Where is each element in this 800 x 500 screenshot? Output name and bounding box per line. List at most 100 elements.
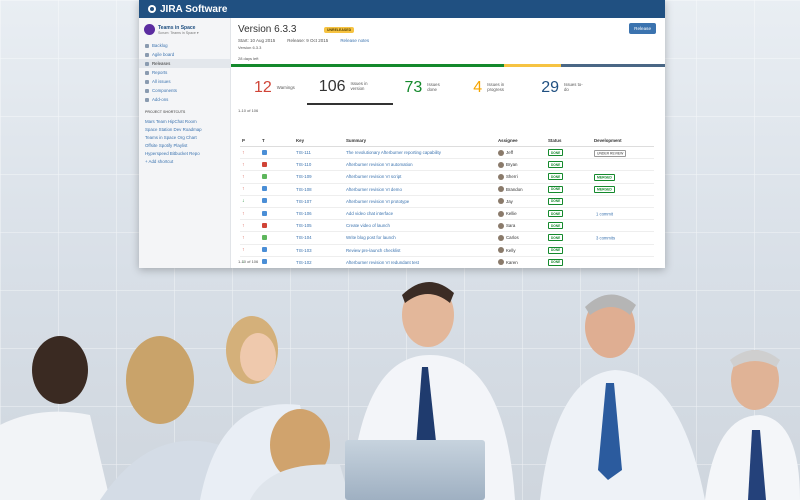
stat-issues-in-version[interactable]: 106 Issues in version: [306, 71, 393, 105]
issue-summary-link[interactable]: Review pre-launch checklist: [346, 248, 400, 253]
issue-key-link[interactable]: TIS-103: [296, 248, 312, 253]
issue-summary-link[interactable]: Afterburner revision VI prototype: [346, 199, 409, 204]
avatar: [498, 222, 504, 229]
project-header[interactable]: Teams in Space Scrum: Teams in Space ▾: [139, 18, 230, 41]
table-row[interactable]: ↑ TIS-104 Write blog post for launch Carlos…: [240, 231, 654, 245]
shortcut-link[interactable]: Offsite Spotify Playlist: [139, 141, 230, 149]
development-status[interactable]: 1 commit: [594, 211, 615, 217]
table-row[interactable]: ↑ TIS-105 Create video of launch Sara DONE: [240, 219, 654, 233]
status-badge: DONE: [548, 210, 564, 218]
issue-key-link[interactable]: TIS-105: [296, 223, 312, 228]
development-status[interactable]: MERGED: [594, 173, 615, 181]
board-icon: [145, 52, 149, 57]
development-status[interactable]: MERGED: [594, 186, 615, 194]
avatar: [498, 149, 504, 156]
stat-label: Warnings: [276, 84, 295, 90]
laptop: [345, 440, 485, 500]
sidebar-item-components[interactable]: Components: [139, 86, 230, 95]
column-header[interactable]: P: [240, 136, 260, 147]
status-badge: DONE: [548, 197, 564, 205]
reports-icon: [145, 70, 149, 75]
stat-label: Issues done: [427, 82, 440, 92]
app-name: JIRA Software: [160, 3, 228, 15]
column-header[interactable]: Status: [546, 136, 592, 147]
priority-high-icon: ↑: [242, 247, 245, 254]
assignee-name: Bryan: [506, 162, 518, 168]
avatar: [498, 210, 504, 217]
projected-screen: JIRA Software Teams in Space Scrum: Team…: [139, 0, 665, 268]
assignee: Sherri: [498, 173, 544, 180]
issue-count-top: 1-10 of 106: [238, 108, 259, 113]
jira-logo[interactable]: JIRA Software: [147, 4, 227, 15]
sidebar-item-all-issues[interactable]: All issues: [139, 77, 230, 86]
issue-key-link[interactable]: TIS-104: [296, 235, 312, 240]
column-header[interactable]: Assignee: [496, 136, 546, 147]
sidebar-item-backlog[interactable]: Backlog: [139, 41, 230, 50]
release-notes-link[interactable]: Release notes: [340, 38, 369, 43]
stat-issues-done[interactable]: 73 Issues done: [393, 71, 462, 105]
shortcut-link[interactable]: Hyperspeed Bitbucket Repo: [139, 149, 230, 157]
stat-issues-todo[interactable]: 29 Issues to-do: [529, 71, 598, 105]
assignee-name: Sara: [506, 223, 516, 229]
development-status[interactable]: UNDER REVIEW: [594, 149, 627, 157]
assignee-name: Jeff: [506, 150, 513, 156]
avatar: [498, 247, 504, 254]
shortcut-link[interactable]: Mars Team HipChat Room: [139, 117, 230, 125]
sidebar-item-label: Reports: [152, 70, 168, 75]
column-header[interactable]: Key: [294, 136, 344, 147]
table-row[interactable]: ↓ TIS-107 Afterburner revision VI prototyp…: [240, 195, 654, 208]
stat-label: Issues to-do: [564, 82, 583, 92]
sidebar-item-label: Agile board: [152, 52, 175, 57]
issue-key-link[interactable]: TIS-111: [296, 150, 311, 155]
stat-issues-in-progress[interactable]: 4 Issues in progress: [461, 71, 529, 105]
unreleased-badge: UNRELEASED: [324, 27, 355, 33]
issue-summary-link[interactable]: Write blog post for launch: [346, 235, 396, 240]
task-type-icon: [262, 198, 267, 204]
avatar: [498, 234, 504, 241]
table-row[interactable]: ↑ TIS-108 Afterburner revision VI demo Bran…: [240, 183, 654, 196]
issue-summary-link[interactable]: Afterburner revision VI demo: [346, 187, 402, 192]
table-row[interactable]: ↑ TIS-109 Afterburner revision VI script Sh…: [240, 170, 654, 184]
issue-summary-link[interactable]: Afterburner revision VI automation: [346, 162, 413, 167]
avatar: [498, 173, 504, 180]
issue-summary-link[interactable]: Add video chat interface: [346, 211, 393, 216]
status-badge: DONE: [548, 222, 564, 230]
column-header[interactable]: Summary: [344, 136, 496, 147]
status-badge: DONE: [548, 185, 564, 193]
issue-key-link[interactable]: TIS-110: [296, 162, 311, 167]
story-type-icon: [262, 173, 267, 179]
issue-summary-link[interactable]: Afterburner revision VI script: [346, 174, 401, 179]
sidebar-item-agile-board[interactable]: Agile board: [139, 50, 230, 59]
days-left: 28 days left: [238, 56, 259, 61]
issue-key-link[interactable]: TIS-106: [296, 211, 312, 216]
issue-summary-link[interactable]: The revolutionary Afterburner reporting …: [346, 150, 441, 155]
issues-icon: [145, 79, 149, 84]
column-header[interactable]: T: [260, 136, 294, 147]
shortcut-link[interactable]: Space Station Dev Roadmap: [139, 125, 230, 133]
issue-key-link[interactable]: TIS-108: [296, 187, 312, 192]
stat-label: Issues in progress: [487, 82, 505, 92]
avatar: [498, 161, 504, 168]
sidebar-item-releases[interactable]: Releases: [139, 59, 230, 68]
progress-in-progress: [504, 64, 561, 67]
shortcut-link[interactable]: Teams in Space Org Chart: [139, 133, 230, 141]
table-row[interactable]: ↑ TIS-110 Afterburner revision VI automati…: [240, 158, 654, 172]
stat-warnings[interactable]: 12 Warnings: [242, 71, 307, 105]
task-type-icon: [262, 186, 267, 192]
sidebar-item-add-ons[interactable]: Add-ons: [139, 95, 230, 104]
stat-number: 29: [541, 79, 559, 96]
sidebar-item-reports[interactable]: Reports: [139, 68, 230, 77]
issue-key-link[interactable]: TIS-109: [296, 174, 312, 179]
column-header[interactable]: Development: [592, 136, 654, 147]
table-row[interactable]: ↑ TIS-106 Add video chat interface Kellie DO…: [240, 207, 654, 221]
add-shortcut-link[interactable]: + Add shortcut: [139, 157, 230, 165]
table-row[interactable]: ↑ TIS-111 The revolutionary Afterburner re…: [240, 146, 654, 160]
stat-number: 12: [254, 79, 272, 96]
sidebar-item-label: Components: [152, 88, 177, 93]
issue-key-link[interactable]: TIS-107: [296, 199, 312, 204]
issue-summary-link[interactable]: Create video of launch: [346, 223, 390, 228]
release-button[interactable]: Release: [629, 23, 656, 34]
project-name: Teams in Space: [158, 24, 196, 31]
project-board[interactable]: Scrum: Teams in Space ▾: [158, 31, 199, 35]
development-status[interactable]: 3 commits: [594, 235, 617, 241]
